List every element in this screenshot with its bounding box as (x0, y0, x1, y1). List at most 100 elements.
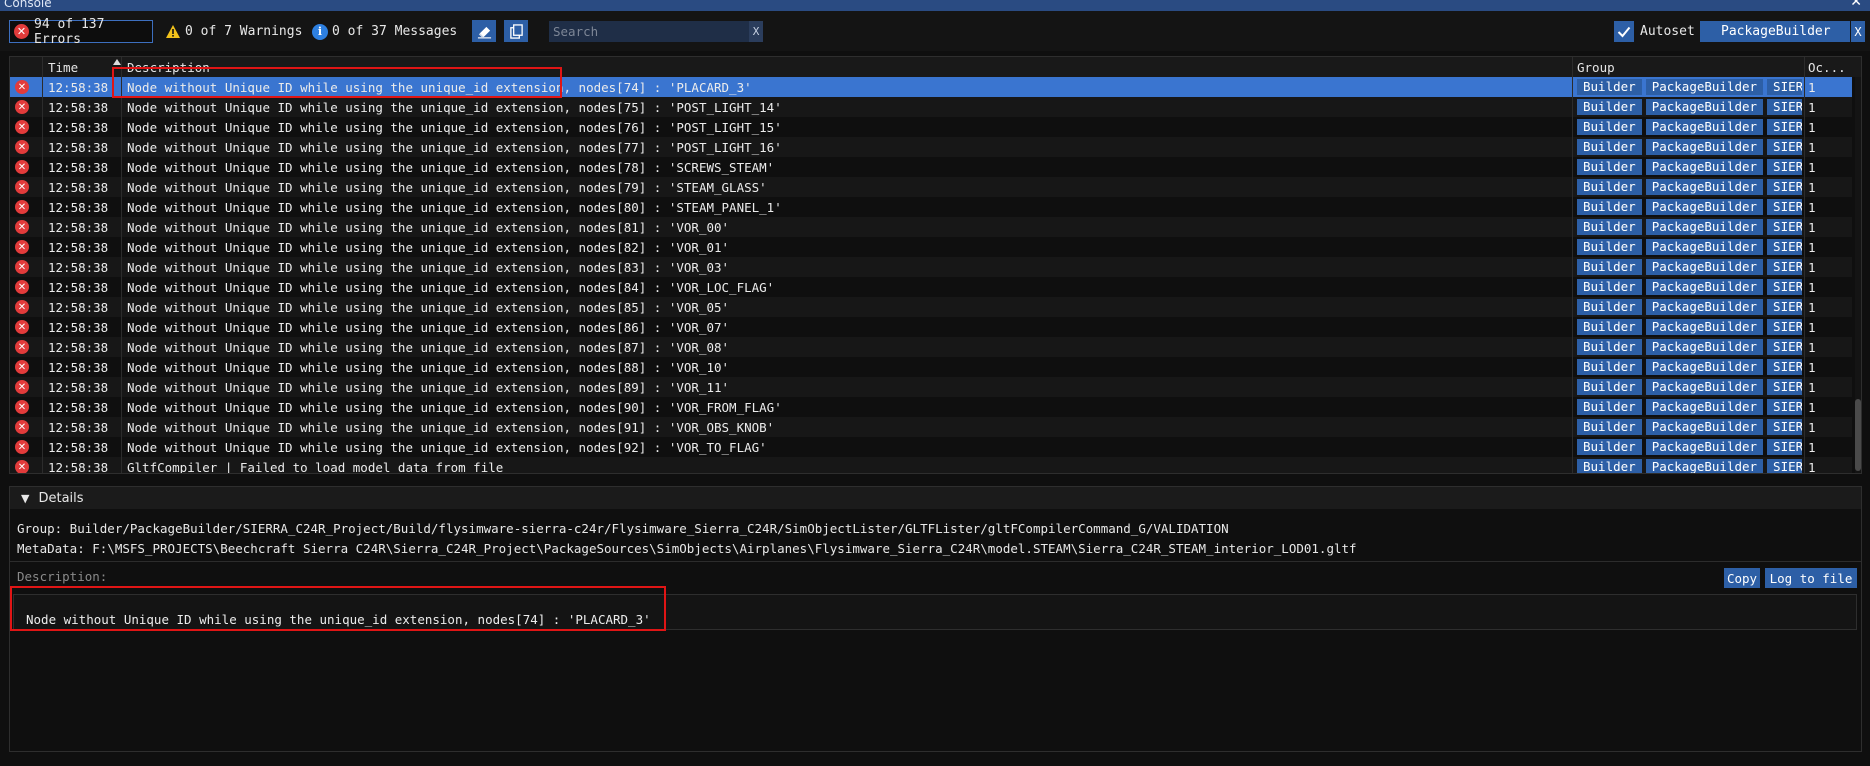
group-tag[interactable]: Builder (1577, 99, 1642, 115)
vertical-scrollbar[interactable] (1855, 77, 1861, 473)
table-row[interactable]: ✕ 12:58:38 Node without Unique ID while us… (10, 417, 1852, 437)
group-tag[interactable]: PackageBuilder (1645, 159, 1764, 175)
group-tag[interactable]: SIERR (1767, 239, 1802, 255)
group-tag[interactable]: PackageBuilder (1645, 179, 1764, 195)
table-row[interactable]: ✕ 12:58:38 Node without Unique ID while us… (10, 77, 1852, 97)
table-row[interactable]: ✕ 12:58:38 Node without Unique ID while us… (10, 277, 1852, 297)
group-tag[interactable]: SIERR (1767, 419, 1802, 435)
table-row[interactable]: ✕ 12:58:38 Node without Unique ID while us… (10, 377, 1852, 397)
column-divider[interactable] (42, 57, 43, 473)
table-row[interactable]: ✕ 12:58:38 Node without Unique ID while us… (10, 137, 1852, 157)
group-tag[interactable]: PackageBuilder (1645, 199, 1764, 215)
column-divider[interactable] (1572, 57, 1573, 473)
group-tag[interactable]: PackageBuilder (1645, 219, 1764, 235)
group-tag[interactable]: Builder (1577, 379, 1642, 395)
group-tag[interactable]: PackageBuilder (1645, 399, 1764, 415)
clear-log-button[interactable] (472, 20, 496, 42)
group-tag[interactable]: SIERR (1767, 379, 1802, 395)
group-tag[interactable]: PackageBuilder (1645, 299, 1764, 315)
group-tag[interactable]: SIERR (1767, 459, 1802, 473)
copy-log-button[interactable] (504, 20, 528, 42)
group-tag[interactable]: Builder (1577, 259, 1642, 275)
group-tag[interactable]: Builder (1577, 459, 1642, 473)
group-tag[interactable]: SIERR (1767, 199, 1802, 215)
table-row[interactable]: ✕ 12:58:38 Node without Unique ID while us… (10, 437, 1852, 457)
group-tag[interactable]: Builder (1577, 339, 1642, 355)
group-tag[interactable]: Builder (1577, 219, 1642, 235)
table-row[interactable]: ✕ 12:58:38 Node without Unique ID while us… (10, 237, 1852, 257)
group-tag[interactable]: PackageBuilder (1645, 359, 1764, 375)
group-tag[interactable]: PackageBuilder (1645, 439, 1764, 455)
group-tag[interactable]: SIERR (1767, 299, 1802, 315)
group-tag[interactable]: Builder (1577, 79, 1642, 95)
group-tag[interactable]: Builder (1577, 279, 1642, 295)
group-tag[interactable]: SIERR (1767, 259, 1802, 275)
group-column-header[interactable]: Group (1577, 60, 1615, 75)
autoset-checkbox[interactable] (1614, 21, 1634, 42)
table-row[interactable]: ✕ 12:58:38 Node without Unique ID while us… (10, 117, 1852, 137)
group-tag[interactable]: SIERR (1767, 359, 1802, 375)
group-tag[interactable]: Builder (1577, 139, 1642, 155)
group-tag[interactable]: PackageBuilder (1645, 119, 1764, 135)
group-tag[interactable]: SIERR (1767, 319, 1802, 335)
group-tag[interactable]: Builder (1577, 239, 1642, 255)
warnings-filter-button[interactable]: 0 of 7 Warnings (165, 20, 302, 43)
table-row[interactable]: ✕ 12:58:38 GltfCompiler | Failed to load m… (10, 457, 1852, 473)
group-filter-tag[interactable]: PackageBuilder (1700, 21, 1850, 42)
table-row[interactable]: ✕ 12:58:38 Node without Unique ID while us… (10, 197, 1852, 217)
search-input[interactable] (549, 21, 749, 42)
table-row[interactable]: ✕ 12:58:38 Node without Unique ID while us… (10, 297, 1852, 317)
table-row[interactable]: ✕ 12:58:38 Node without Unique ID while us… (10, 337, 1852, 357)
group-tag[interactable]: PackageBuilder (1645, 419, 1764, 435)
errors-filter-button[interactable]: ✕ 94 of 137 Errors (9, 17, 153, 47)
group-tag[interactable]: SIERR (1767, 219, 1802, 235)
group-tag[interactable]: PackageBuilder (1645, 379, 1764, 395)
group-tag[interactable]: SIERR (1767, 139, 1802, 155)
table-row[interactable]: ✕ 12:58:38 Node without Unique ID while us… (10, 397, 1852, 417)
group-tag[interactable]: PackageBuilder (1645, 259, 1764, 275)
group-tag[interactable]: Builder (1577, 319, 1642, 335)
group-tag[interactable]: Builder (1577, 399, 1642, 415)
group-tag[interactable]: Builder (1577, 439, 1642, 455)
table-row[interactable]: ✕ 12:58:38 Node without Unique ID while us… (10, 357, 1852, 377)
group-tag[interactable]: PackageBuilder (1645, 139, 1764, 155)
table-row[interactable]: ✕ 12:58:38 Node without Unique ID while us… (10, 157, 1852, 177)
group-tag[interactable]: Builder (1577, 419, 1642, 435)
group-tag[interactable]: Builder (1577, 119, 1642, 135)
column-divider[interactable] (121, 57, 122, 473)
group-tag[interactable]: SIERR (1767, 399, 1802, 415)
group-tag[interactable]: SIERR (1767, 439, 1802, 455)
group-tag[interactable]: Builder (1577, 179, 1642, 195)
group-tag[interactable]: PackageBuilder (1645, 459, 1764, 473)
group-tag[interactable]: SIERR (1767, 79, 1802, 95)
group-tag[interactable]: Builder (1577, 359, 1642, 375)
group-tag[interactable]: PackageBuilder (1645, 239, 1764, 255)
table-row[interactable]: ✕ 12:58:38 Node without Unique ID while us… (10, 317, 1852, 337)
table-row[interactable]: ✕ 12:58:38 Node without Unique ID while us… (10, 217, 1852, 237)
group-tag[interactable]: Builder (1577, 159, 1642, 175)
scrollbar-thumb[interactable] (1855, 399, 1861, 471)
table-row[interactable]: ✕ 12:58:38 Node without Unique ID while us… (10, 257, 1852, 277)
search-clear-button[interactable]: X (749, 21, 763, 42)
group-tag[interactable]: Builder (1577, 299, 1642, 315)
time-column-header[interactable]: Time (48, 60, 78, 75)
copy-button[interactable]: Copy (1724, 568, 1760, 588)
messages-filter-button[interactable]: i 0 of 37 Messages (312, 20, 457, 43)
group-tag[interactable]: SIERR (1767, 339, 1802, 355)
details-toggle[interactable]: ▼ Details (10, 487, 1861, 509)
column-divider[interactable] (1804, 57, 1805, 473)
group-tag[interactable]: SIERR (1767, 99, 1802, 115)
group-tag[interactable]: PackageBuilder (1645, 279, 1764, 295)
group-tag[interactable]: SIERR (1767, 119, 1802, 135)
log-to-file-button[interactable]: Log to file (1765, 568, 1857, 588)
group-tag[interactable]: SIERR (1767, 159, 1802, 175)
group-filter-clear-button[interactable]: X (1851, 21, 1865, 42)
group-tag[interactable]: Builder (1577, 199, 1642, 215)
table-row[interactable]: ✕ 12:58:38 Node without Unique ID while us… (10, 97, 1852, 117)
window-close-button[interactable]: ✕ (1850, 0, 1862, 9)
group-tag[interactable]: PackageBuilder (1645, 339, 1764, 355)
group-tag[interactable]: PackageBuilder (1645, 99, 1764, 115)
group-tag[interactable]: PackageBuilder (1645, 319, 1764, 335)
description-column-header[interactable]: Description (127, 60, 210, 75)
group-tag[interactable]: SIERR (1767, 179, 1802, 195)
